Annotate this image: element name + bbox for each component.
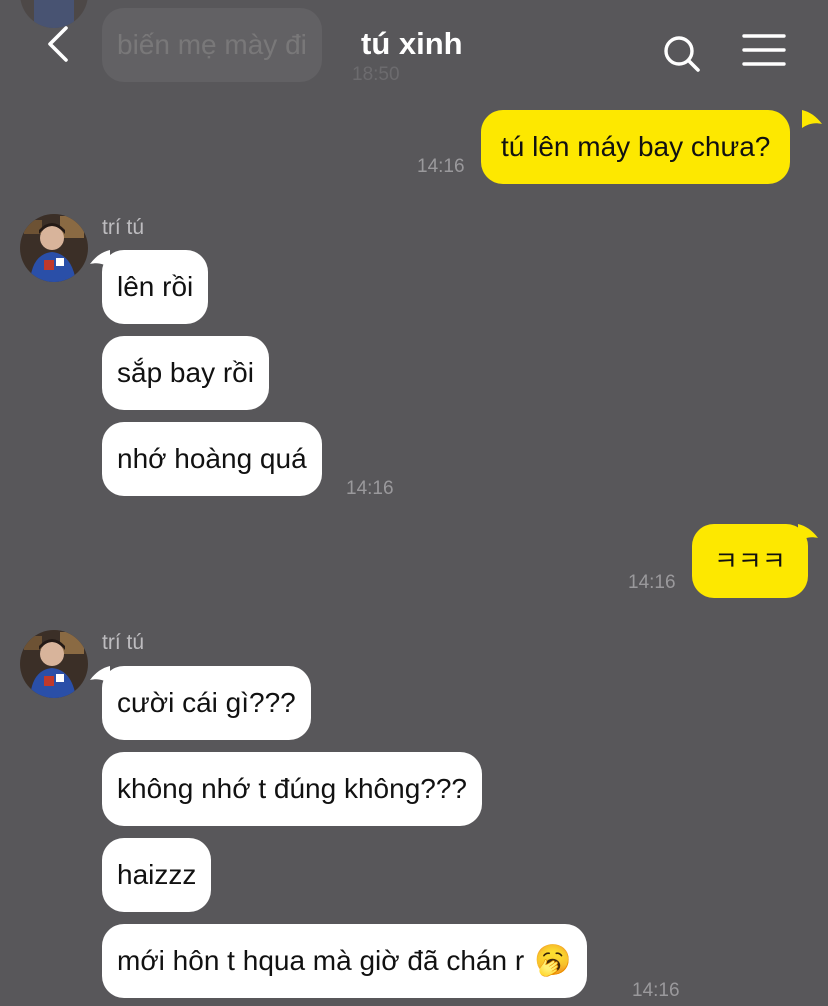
search-icon[interactable] xyxy=(660,32,704,76)
message-time: 14:16 xyxy=(417,156,465,177)
avatar[interactable] xyxy=(20,214,88,282)
message-bubble-their[interactable]: không nhớ t đúng không??? xyxy=(102,752,482,826)
message-time: 14:16 xyxy=(632,980,680,1001)
message-text: mới hôn t hqua mà giờ đã chán r xyxy=(117,945,525,976)
message-time: 14:16 xyxy=(628,572,676,593)
message-bubble-faded[interactable]: biến mẹ mày đi xyxy=(102,8,322,82)
message-bubble-their[interactable]: cười cái gì??? xyxy=(102,666,311,740)
yawning-face-emoji: 🥱 xyxy=(534,944,572,977)
sender-name: trí tú xyxy=(102,631,145,654)
message-bubble-their[interactable]: mới hôn t hqua mà giờ đã chán r 🥱 xyxy=(102,924,587,998)
message-text: lên rồi xyxy=(117,271,194,302)
message-bubble-their[interactable]: nhớ hoàng quá xyxy=(102,422,322,496)
message-bubble-mine[interactable]: tú lên máy bay chưa? xyxy=(481,110,791,184)
message-text: cười cái gì??? xyxy=(117,687,296,718)
message-time: 14:16 xyxy=(346,478,394,499)
message-text: nhớ hoàng quá xyxy=(117,443,307,474)
message-bubble-mine[interactable]: ㅋㅋㅋ xyxy=(692,524,808,598)
message-text: ㅋㅋㅋ xyxy=(714,546,786,576)
message-bubble-their[interactable]: lên rồi xyxy=(102,250,209,324)
message-text: biến mẹ mày đi xyxy=(117,29,307,60)
message-text: haizzz xyxy=(117,859,197,890)
bubble-tail-mine xyxy=(798,524,818,542)
message-text: sắp bay rồi xyxy=(117,357,254,388)
hamburger-menu-icon[interactable] xyxy=(742,33,786,69)
message-bubble-their[interactable]: sắp bay rồi xyxy=(102,336,269,410)
bubble-tail-mine xyxy=(802,110,822,128)
chevron-left-icon[interactable] xyxy=(40,24,80,64)
message-text: tú lên máy bay chưa? xyxy=(501,131,771,162)
avatar[interactable] xyxy=(20,630,88,698)
message-text: không nhớ t đúng không??? xyxy=(117,773,467,804)
sender-name: trí tú xyxy=(102,216,145,239)
chat-title: tú xinh xyxy=(361,26,463,61)
message-bubble-their[interactable]: haizzz xyxy=(102,838,212,912)
message-time-faded: 18:50 xyxy=(352,64,400,85)
